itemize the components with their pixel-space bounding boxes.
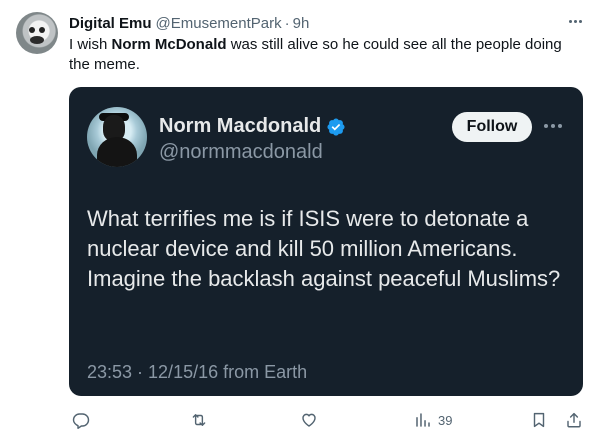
quoted-author-name[interactable]: Norm Macdonald	[159, 115, 321, 138]
quoted-tweet-meta[interactable]: 23:53 · 12/15/16 from Earth	[87, 362, 307, 383]
action-bar: 39	[0, 408, 598, 432]
tweet-header: Digital Emu @EmusementPark · 9h	[69, 13, 309, 33]
timestamp[interactable]: 9h	[293, 15, 310, 32]
tweet-text-bold: Norm McDonald	[111, 36, 227, 53]
author-handle[interactable]: @EmusementPark	[156, 15, 282, 32]
separator: ·	[284, 14, 290, 32]
retweet-icon	[192, 414, 206, 426]
quoted-more-icon[interactable]	[543, 121, 563, 131]
bookmark-icon	[533, 412, 545, 428]
author-avatar[interactable]	[16, 12, 58, 54]
verified-badge-icon	[327, 117, 345, 136]
share-button[interactable]	[565, 408, 583, 432]
bookmark-button[interactable]	[530, 408, 548, 432]
views-icon	[416, 413, 430, 427]
views-count: 39	[438, 412, 453, 428]
reply-icon	[72, 413, 90, 429]
reply-button[interactable]	[72, 408, 90, 432]
tweet-text-part: I wish	[69, 36, 112, 53]
share-icon	[567, 412, 581, 428]
quoted-author-handle[interactable]: @normmacdonald	[159, 141, 323, 164]
tweet-text: I wish Norm McDonald was still alive so …	[69, 35, 584, 75]
views-button[interactable]: 39	[414, 408, 452, 432]
quoted-tweet-text: What terrifies me is if ISIS were to det…	[87, 206, 561, 291]
quoted-author-name-row[interactable]: Norm Macdonald	[159, 115, 346, 138]
author-name[interactable]: Digital Emu	[69, 15, 152, 32]
retweet-button[interactable]	[190, 408, 208, 432]
like-button[interactable]	[300, 408, 318, 432]
tweet[interactable]: Digital Emu @EmusementPark · 9h I wish N…	[0, 0, 598, 440]
quoted-tweet-card[interactable]: Norm Macdonald @normmacdonald Follow Wha…	[69, 87, 583, 396]
like-icon	[302, 413, 316, 427]
more-options-icon[interactable]	[566, 14, 584, 28]
quoted-author-avatar[interactable]	[87, 107, 147, 167]
follow-button[interactable]: Follow	[452, 112, 532, 142]
